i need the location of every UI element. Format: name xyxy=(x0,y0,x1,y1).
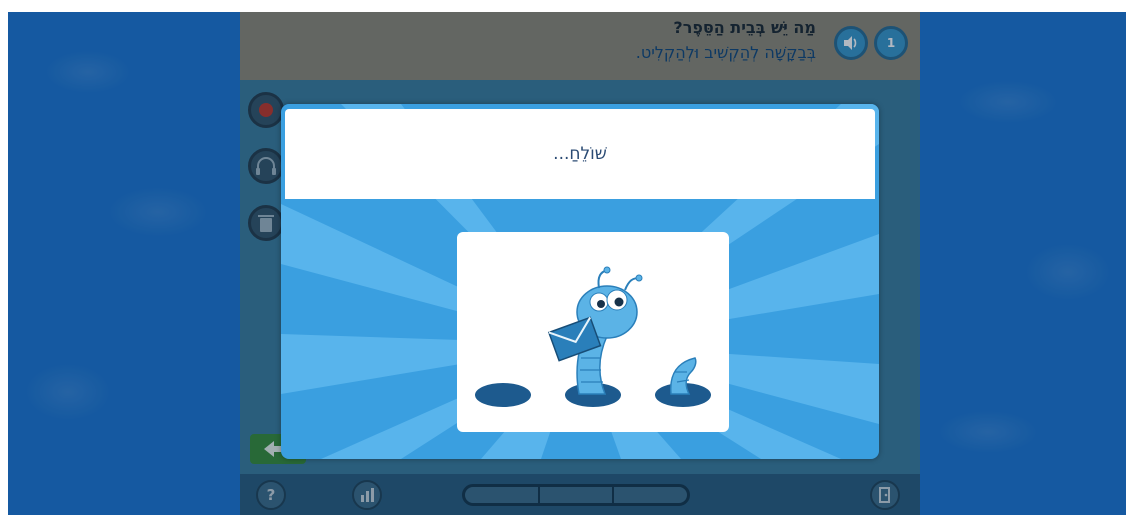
dialog-status-text: שׁוֹלֵחַ... xyxy=(553,144,607,164)
sending-dialog: שׁוֹלֵחַ... xyxy=(281,104,879,459)
page-background: 1 מַה יֵּשׁ בְּבֵית הַסֵּפֶר? בְּבַקָּשָ… xyxy=(8,12,1126,515)
sending-illustration xyxy=(457,232,729,432)
worm-with-envelope-illustration xyxy=(475,266,711,407)
dialog-header: שׁוֹלֵחַ... xyxy=(285,109,875,199)
